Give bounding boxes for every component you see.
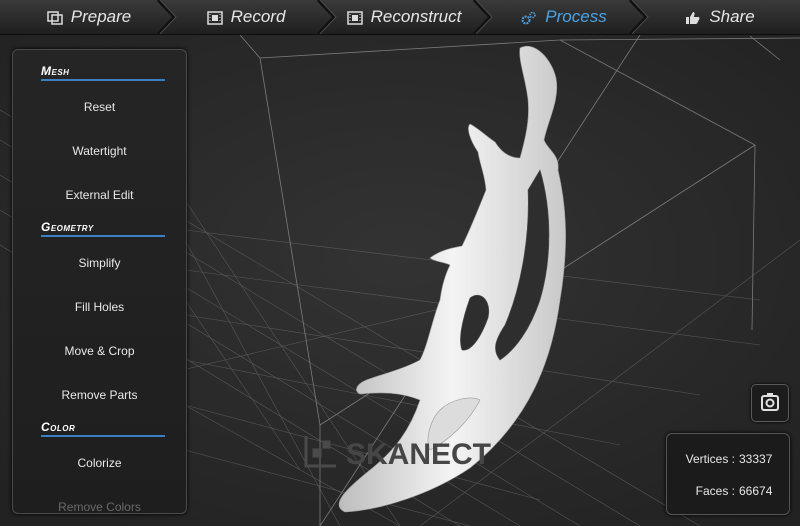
external-edit-button[interactable]: External Edit xyxy=(13,188,186,202)
film-icon xyxy=(206,10,223,25)
skanect-logo-icon xyxy=(304,436,336,468)
step-label: Prepare xyxy=(70,7,132,26)
reset-button[interactable]: Reset xyxy=(13,100,186,114)
snapshot-button[interactable] xyxy=(751,384,789,422)
step-prepare[interactable]: Prepare xyxy=(14,0,164,34)
step-separator xyxy=(628,0,649,34)
fill-holes-button[interactable]: Fill Holes xyxy=(13,300,186,314)
skanect-watermark: SKANECT xyxy=(304,436,491,471)
step-separator xyxy=(472,0,493,34)
thumbs-up-icon xyxy=(685,10,701,24)
faces-value: 66674 xyxy=(739,484,773,498)
move-crop-button[interactable]: Move & Crop xyxy=(13,344,186,358)
step-label: Record xyxy=(230,7,286,26)
watermark-text: SKANECT xyxy=(346,438,491,471)
step-separator xyxy=(156,0,177,34)
step-process[interactable]: Process xyxy=(494,0,634,34)
process-tools-panel: Mesh Reset Watertight External Edit Geom… xyxy=(12,49,187,514)
step-label: Process xyxy=(545,7,607,26)
mesh-stats-panel: Vertices : 33337 Faces : 66674 xyxy=(666,433,790,515)
simplify-button[interactable]: Simplify xyxy=(13,256,186,270)
vertices-value: 33337 xyxy=(739,452,773,466)
film-icon xyxy=(346,10,363,25)
vertices-label: Vertices : xyxy=(685,452,735,466)
step-record[interactable]: Record xyxy=(176,0,316,34)
section-heading-mesh: Mesh xyxy=(41,64,165,81)
colorize-button[interactable]: Colorize xyxy=(13,456,186,470)
section-heading-color: Color xyxy=(41,420,165,437)
remove-parts-button[interactable]: Remove Parts xyxy=(13,388,186,402)
step-share[interactable]: Share xyxy=(650,0,790,34)
workflow-step-bar: Prepare Record Reconstruct Process Share xyxy=(0,0,800,35)
watertight-button[interactable]: Watertight xyxy=(13,144,186,158)
gears-icon xyxy=(521,10,537,25)
faces-label: Faces : xyxy=(695,484,735,498)
prepare-icon xyxy=(47,10,63,25)
camera-icon xyxy=(761,393,779,411)
step-label: Share xyxy=(709,7,755,26)
step-label: Reconstruct xyxy=(370,7,462,26)
section-heading-geometry: Geometry xyxy=(41,220,165,237)
step-reconstruct[interactable]: Reconstruct xyxy=(334,0,474,34)
remove-colors-button[interactable]: Remove Colors xyxy=(13,500,186,513)
